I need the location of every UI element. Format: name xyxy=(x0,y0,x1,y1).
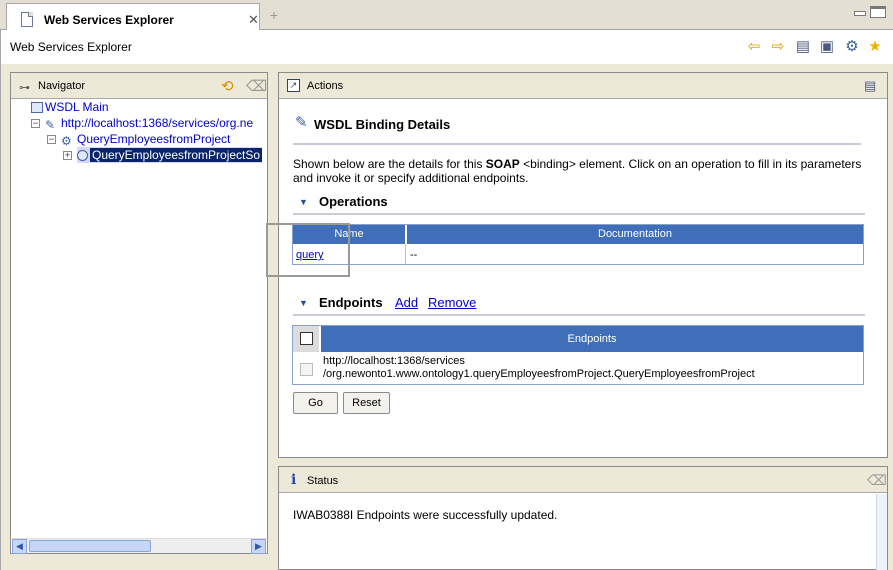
endpoint-url: http://localhost:1368/services/org.newon… xyxy=(323,355,755,381)
back-icon[interactable]: ⇦ xyxy=(745,38,763,56)
clear-icon[interactable]: ⌫ xyxy=(246,77,267,95)
minimize-icon[interactable] xyxy=(851,6,867,18)
reset-button[interactable]: Reset xyxy=(343,392,390,414)
endpoint-url-line: http://localhost:1368/services xyxy=(323,355,465,367)
tree-item-label: WSDL Main xyxy=(45,100,109,114)
scroll-thumb[interactable] xyxy=(29,540,151,552)
print-icon[interactable]: ▤ xyxy=(864,78,876,94)
tree-item-binding-selected[interactable]: QueryEmployeesfromProjectSo xyxy=(77,147,263,163)
endpoint-checkbox[interactable] xyxy=(300,363,313,376)
section-divider xyxy=(293,314,865,316)
status-pane: i Status ⌫ IWAB0388I Endpoints were succ… xyxy=(278,466,888,570)
binding-icon xyxy=(77,150,88,161)
status-title: Status xyxy=(307,475,339,487)
description-soap: SOAP xyxy=(485,157,520,171)
navigator-title: Navigator xyxy=(38,80,86,92)
section-divider xyxy=(293,213,865,215)
tree-item-service-url[interactable]: ✎ http://localhost:1368/services/org.ne xyxy=(45,115,254,132)
scroll-right-icon[interactable]: ▶ xyxy=(251,539,266,554)
go-button[interactable]: Go xyxy=(293,392,338,414)
column-header-endpoints: Endpoints xyxy=(321,326,863,352)
status-message: IWAB0388I Endpoints were successfully up… xyxy=(293,508,558,522)
wsdl-icon[interactable]: ⚙ xyxy=(843,38,861,56)
favorites-page-icon[interactable]: ▣ xyxy=(818,38,836,56)
collapse-triangle-icon[interactable]: ▼ xyxy=(299,197,308,207)
description-text: <binding> element. Click on an operation… xyxy=(519,157,862,171)
tree-item-label: QueryEmployeesfromProject xyxy=(77,132,231,146)
clear-status-icon[interactable]: ⌫ xyxy=(867,472,887,489)
binding-description: Shown below are the details for this SOA… xyxy=(293,157,893,185)
navigator-header: ⊶ Navigator ⟲ ⌫ xyxy=(11,73,267,99)
select-all-cell xyxy=(293,326,320,352)
expand-icon[interactable]: + xyxy=(63,151,72,160)
navigator-pane: ⊶ Navigator ⟲ ⌫ WSDL Main − ✎ http://loca… xyxy=(10,72,268,554)
page-title: WSDL Binding Details xyxy=(314,117,451,132)
refresh-icon[interactable]: ⟲ xyxy=(221,77,234,95)
tree-item-label: http://localhost:1368/services/org.ne xyxy=(61,116,254,130)
collapse-icon[interactable]: − xyxy=(47,135,56,144)
actions-title: Actions xyxy=(307,80,344,92)
highlight-box xyxy=(266,223,350,277)
collapse-icon[interactable]: − xyxy=(31,119,40,128)
service-icon: ✎ xyxy=(45,118,56,132)
operations-title: Operations xyxy=(319,194,388,209)
select-all-checkbox[interactable] xyxy=(300,332,313,345)
service-port-icon: ⚙ xyxy=(61,134,72,148)
tab-web-services-explorer[interactable]: Web Services Explorer ✕ xyxy=(6,3,260,30)
history-icon[interactable]: ▤ xyxy=(794,38,812,56)
title-divider xyxy=(293,143,861,145)
status-header: i Status ⌫ xyxy=(279,467,887,493)
endpoints-table: Endpoints http://localhost:1368/services… xyxy=(292,325,864,385)
forward-icon[interactable]: ⇨ xyxy=(769,38,787,56)
operations-table: Name Documentation query -- xyxy=(292,224,864,265)
vertical-scrollbar[interactable] xyxy=(876,494,887,570)
tab-title: Web Services Explorer xyxy=(44,13,174,27)
description-text: Shown below are the details for this xyxy=(293,157,486,171)
info-icon: i xyxy=(291,472,297,488)
operation-documentation: -- xyxy=(410,249,418,261)
collapse-triangle-icon[interactable]: ▼ xyxy=(299,298,308,308)
description-text: and invoke it or specify additional endp… xyxy=(293,171,529,185)
add-endpoint-link[interactable]: Add xyxy=(395,295,418,310)
favorites-star-icon[interactable]: ★ xyxy=(866,38,884,56)
navigator-icon: ⊶ xyxy=(19,82,30,94)
binding-details-icon: ✎ xyxy=(295,114,308,131)
remove-endpoint-link[interactable]: Remove xyxy=(428,295,476,310)
endpoint-url-line: /org.newonto1.www.ontology1.queryEmploye… xyxy=(323,368,755,380)
close-icon[interactable]: ✕ xyxy=(248,12,259,28)
wsdl-main-icon xyxy=(31,102,43,113)
tree-item-service[interactable]: ⚙ QueryEmployeesfromProject xyxy=(61,131,231,148)
page-icon xyxy=(21,12,33,27)
scroll-left-icon[interactable]: ◀ xyxy=(12,539,27,554)
actions-icon: ↗ xyxy=(287,79,300,92)
tree-item-wsdl-main[interactable]: WSDL Main xyxy=(31,99,109,115)
endpoints-title: Endpoints xyxy=(319,295,383,310)
tree-item-label: QueryEmployeesfromProjectSo xyxy=(90,148,263,162)
actions-header: ↗ Actions ▤ xyxy=(279,73,887,99)
maximize-icon[interactable] xyxy=(870,6,886,18)
new-tab-icon[interactable]: + xyxy=(261,7,287,25)
column-header-documentation: Documentation xyxy=(407,225,863,244)
app-title: Web Services Explorer xyxy=(10,40,132,54)
actions-pane: ↗ Actions ▤ ✎ WSDL Binding Details Shown… xyxy=(278,72,888,458)
horizontal-scrollbar[interactable]: ◀ ▶ xyxy=(12,538,266,554)
